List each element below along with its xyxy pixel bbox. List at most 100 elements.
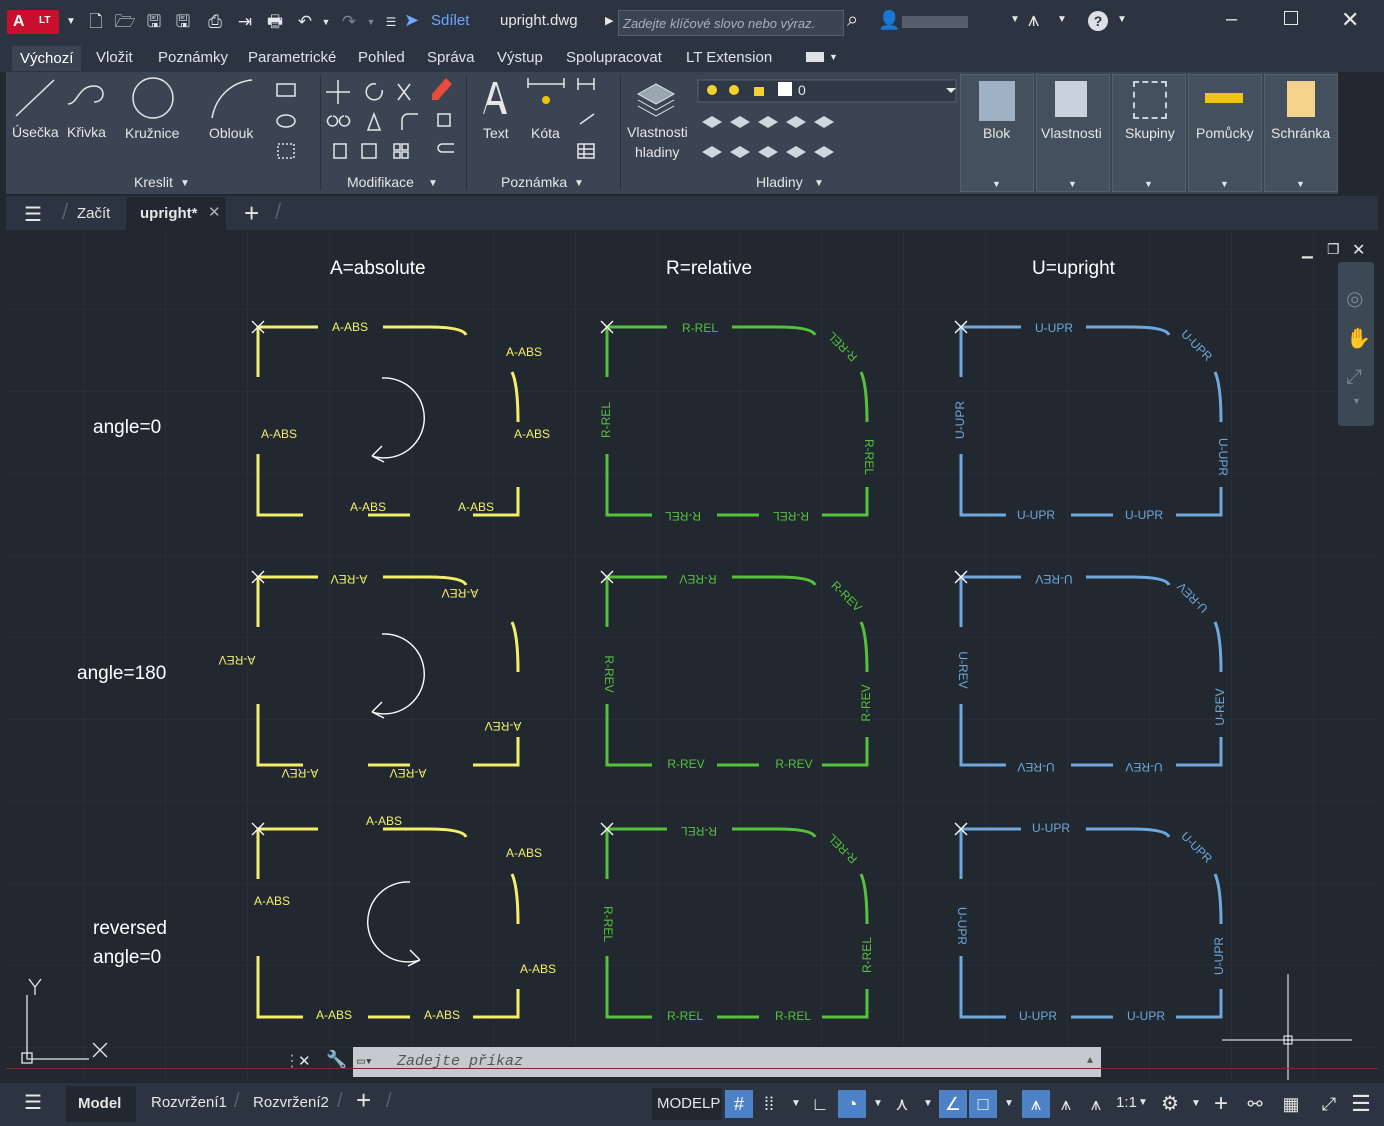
maximize-icon[interactable] [1284, 11, 1298, 25]
viewport-restore-icon[interactable]: ❐ [1327, 241, 1340, 258]
block-button[interactable]: Blok ▼ [960, 74, 1034, 192]
add-layout-icon[interactable]: + [356, 1085, 371, 1116]
close-icon[interactable]: ✕ [1341, 7, 1359, 33]
layout2-tab[interactable]: Rozvržení2 [253, 1094, 329, 1111]
redo-icon[interactable]: ↷ [338, 11, 360, 33]
panel-draw-label[interactable]: Kreslit [134, 174, 173, 190]
customize-toolbar-icon[interactable]: ☰ [380, 11, 402, 33]
tab-insert[interactable]: Vložit [96, 49, 133, 66]
steering-wheel-icon[interactable]: ◎ [1346, 286, 1363, 311]
object-snap-tracking-icon[interactable]: ∠ [939, 1090, 967, 1118]
search-expand-icon[interactable]: ▶ [605, 14, 613, 27]
tab-manage[interactable]: Správa [427, 49, 475, 66]
auto-scale-icon[interactable]: ⩚ [1052, 1090, 1080, 1118]
viewport-minimize-icon[interactable]: ▁ [1302, 242, 1313, 259]
utilities-button[interactable]: Pomůcky ▼ [1188, 74, 1262, 192]
snap-mode-icon[interactable]: ⁞⁞ [755, 1090, 783, 1118]
file-tab-active[interactable]: upright* ✕ [126, 197, 226, 230]
command-input[interactable]: ▭▾ Zadejte příkaz ▲ [353, 1047, 1101, 1077]
circle-tool-label[interactable]: Kružnice [125, 125, 179, 141]
new-file-icon[interactable]: 🗋 [85, 11, 107, 33]
workspace-dropdown-icon[interactable]: ▼ [1182, 1090, 1210, 1118]
annotation-monitor-icon[interactable]: + [1207, 1090, 1235, 1118]
user-dropdown-icon[interactable]: ▼ [1010, 14, 1020, 25]
layout-menu-icon[interactable]: ☰ [24, 1090, 42, 1115]
customization-menu-icon[interactable]: ☰ [1347, 1090, 1375, 1118]
tab-home[interactable]: Výchozí [12, 46, 82, 71]
start-tab[interactable]: Začít [77, 205, 110, 222]
cmd-recent-icon[interactable]: ▭▾ [357, 1047, 373, 1077]
help-icon[interactable]: ? [1088, 11, 1108, 31]
ribbon-minimize-icon[interactable] [806, 52, 824, 62]
properties-button[interactable]: Vlastnosti ▼ [1036, 74, 1110, 192]
groups-button[interactable]: Skupiny ▼ [1112, 74, 1186, 192]
ribbon-minimize-dropdown-icon[interactable]: ▼ [829, 52, 838, 62]
line-tool-label[interactable]: Úsečka [12, 124, 59, 140]
workspace-gear-icon[interactable]: ⚙ [1156, 1090, 1184, 1118]
search-icon[interactable]: ⌕ [847, 9, 858, 32]
annotation-scale-value[interactable]: 1:1 [1116, 1094, 1137, 1111]
zoom-dropdown-icon[interactable]: ▼ [1352, 396, 1361, 406]
osnap-dropdown-icon[interactable]: ▼ [995, 1090, 1023, 1118]
tab-output[interactable]: Výstup [497, 49, 543, 66]
isometric-dropdown-icon[interactable]: ▼ [914, 1090, 942, 1118]
arc-tool-label[interactable]: Oblouk [209, 125, 253, 141]
new-tab-icon[interactable]: + [244, 198, 259, 229]
save-web-icon[interactable]: ⇥ [234, 11, 256, 33]
hamburger-menu-icon[interactable]: ☰ [24, 202, 42, 227]
share-icon[interactable]: ➤ [404, 10, 419, 31]
undo-dropdown-icon[interactable]: ▼ [315, 11, 337, 33]
plot-icon[interactable]: 🖶 [264, 11, 286, 33]
cmd-customize-icon[interactable]: 🔧 [326, 1050, 347, 1070]
grid-display-icon[interactable]: # [725, 1090, 753, 1118]
annotation-scale-icon[interactable]: ⩚ [1082, 1090, 1110, 1118]
viewport-close-icon[interactable]: ✕ [1352, 240, 1365, 260]
quick-properties-icon[interactable]: ▦ [1277, 1090, 1305, 1118]
tab-collaborate[interactable]: Spolupracovat [566, 49, 662, 66]
panel-modify-dropdown-icon[interactable]: ▼ [428, 178, 438, 189]
panel-layers-label[interactable]: Hladiny [756, 174, 803, 190]
panel-modify-label[interactable]: Modifikace [347, 174, 414, 190]
user-icon[interactable]: 👤 [878, 10, 900, 31]
units-icon[interactable]: ⚯ [1241, 1090, 1269, 1118]
application-menu-button[interactable]: A LT [7, 10, 59, 34]
scale-dropdown-icon[interactable]: ▼ [1138, 1097, 1148, 1108]
pan-icon[interactable]: ✋ [1346, 326, 1371, 351]
layer-properties-label[interactable]: Vlastnosti [627, 124, 688, 140]
save-icon[interactable]: 🖫 [143, 11, 165, 33]
app-menu-chevron-icon[interactable]: ▼ [60, 11, 82, 33]
panel-layers-dropdown-icon[interactable]: ▼ [814, 178, 824, 189]
tab-parametric[interactable]: Parametrické [248, 49, 336, 66]
redo-dropdown-icon[interactable]: ▼ [360, 11, 382, 33]
isometric-draft-icon[interactable]: ⋏ [888, 1090, 916, 1118]
minimize-icon[interactable]: – [1226, 8, 1237, 31]
save-as-icon[interactable]: 🖫 [172, 11, 194, 33]
share-button[interactable]: Sdílet [431, 12, 469, 29]
tab-lt-extension[interactable]: LT Extension [686, 49, 772, 66]
cmd-history-icon[interactable]: ▲ [1087, 1047, 1093, 1077]
search-input[interactable]: Zadejte klíčové slovo nebo výraz. [618, 10, 844, 36]
text-tool-label[interactable]: Text [483, 125, 509, 141]
drawing-canvas[interactable]: A-ABS A-ABS A-ABS A-ABS A-ABS A-ABS R-REL R-REL… [6, 232, 1378, 1080]
object-snap-icon[interactable]: □ [969, 1090, 997, 1118]
autodesk-app-icon[interactable]: ⩚ [1028, 9, 1039, 32]
annotation-visibility-icon[interactable]: ⩚ [1022, 1090, 1050, 1118]
current-layer-name[interactable]: 0 [798, 82, 806, 98]
tab-annotate[interactable]: Poznámky [158, 49, 228, 66]
app-dropdown-icon[interactable]: ▼ [1057, 14, 1067, 25]
layer-properties-label-2[interactable]: hladiny [635, 144, 679, 160]
panel-annotation-dropdown-icon[interactable]: ▼ [574, 178, 584, 189]
undo-icon[interactable]: ↶ [294, 11, 316, 33]
tab-view[interactable]: Pohled [358, 49, 405, 66]
panel-draw-dropdown-icon[interactable]: ▼ [180, 178, 190, 189]
zoom-extents-icon[interactable]: ⤢ [1346, 366, 1362, 389]
model-tab[interactable]: Model [66, 1086, 136, 1122]
polar-tracking-icon[interactable]: ◔ [838, 1090, 866, 1118]
dimension-tool-label[interactable]: Kóta [531, 125, 560, 141]
clipboard-button[interactable]: Schránka ▼ [1264, 74, 1338, 192]
fullscreen-icon[interactable]: ⤢ [1315, 1090, 1343, 1118]
help-dropdown-icon[interactable]: ▼ [1117, 14, 1127, 25]
ortho-mode-icon[interactable]: ∟ [806, 1090, 834, 1118]
panel-annotation-label[interactable]: Poznámka [501, 174, 567, 190]
layout1-tab[interactable]: Rozvržení1 [151, 1094, 227, 1111]
